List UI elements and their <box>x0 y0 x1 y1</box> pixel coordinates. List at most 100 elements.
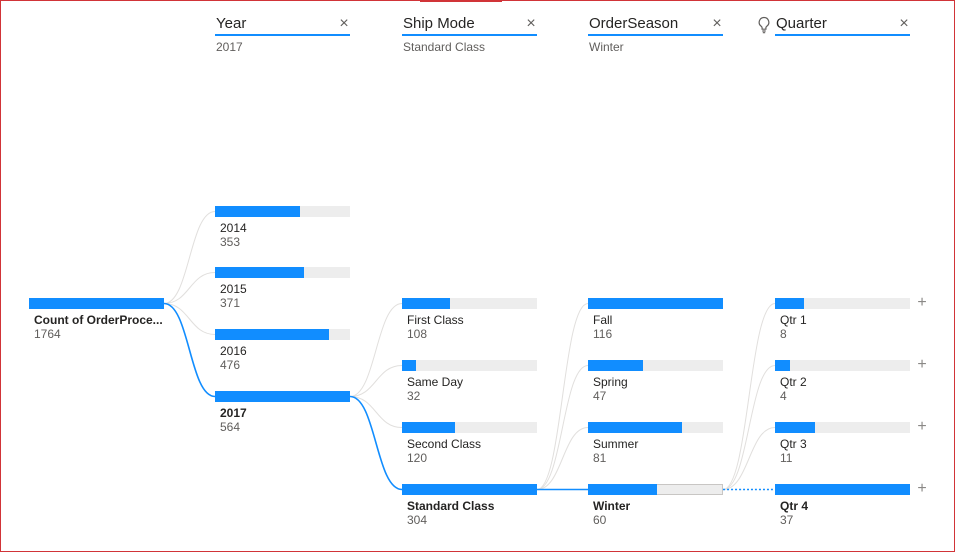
level-header-title[interactable]: OrderSeason × <box>588 14 723 36</box>
connector-line <box>163 272 216 304</box>
node-label: Second Class <box>407 437 482 451</box>
connector-line <box>536 365 589 490</box>
remove-level-icon[interactable]: × <box>338 14 350 34</box>
value-bar <box>775 484 910 495</box>
tree-node[interactable]: Qtr 3 11 <box>775 422 910 465</box>
value-bar <box>775 298 910 309</box>
level-header-label: Quarter <box>776 15 827 32</box>
remove-level-icon[interactable]: × <box>711 14 723 34</box>
remove-level-icon[interactable]: × <box>898 14 910 34</box>
remove-level-icon[interactable]: × <box>525 14 537 34</box>
level-header-label: OrderSeason <box>589 15 679 32</box>
tree-node[interactable]: Fall 116 <box>588 298 723 341</box>
node-value: 353 <box>220 235 241 249</box>
node-label: 2016 <box>220 344 247 358</box>
tree-node[interactable]: Qtr 18 <box>775 298 910 341</box>
value-bar-fill <box>29 298 164 309</box>
tree-node[interactable]: Second Class 120 <box>402 422 537 465</box>
value-bar-fill <box>775 360 790 371</box>
node-label: Standard Class <box>407 499 495 513</box>
level-header-filter: Winter <box>589 40 624 54</box>
connector-line <box>349 365 403 397</box>
node-value: 108 <box>407 327 428 341</box>
tree-node[interactable]: Summer 81 <box>588 422 723 465</box>
tree-node[interactable]: 2015 371 <box>215 267 350 310</box>
connector-line <box>722 427 776 490</box>
connector-line-selected <box>349 395 403 491</box>
node-label: Fall <box>593 313 613 327</box>
value-bar <box>775 360 910 371</box>
level-header-2: OrderSeason × Winter <box>588 14 723 54</box>
node-label: 2014 <box>220 221 247 235</box>
expand-node-icon[interactable]: + <box>915 419 929 435</box>
level-header-label: Year <box>216 15 247 32</box>
value-bar-fill <box>402 422 456 433</box>
value-bar-fill <box>402 484 537 495</box>
value-bar <box>29 298 164 309</box>
expand-node-icon[interactable]: + <box>915 295 929 311</box>
value-bar <box>215 206 350 217</box>
value-bar-fill <box>215 391 350 402</box>
node-value: 564 <box>220 420 241 434</box>
level-header-filter: 2017 <box>216 40 243 54</box>
tree-node[interactable]: Same Day 32 <box>402 360 537 403</box>
node-label: 2017 <box>220 406 247 420</box>
value-bar-fill <box>215 329 329 340</box>
node-value: 371 <box>220 296 241 310</box>
node-label: Spring <box>593 375 628 389</box>
root-node[interactable]: Count of OrderProce... 1764 <box>29 298 164 341</box>
value-bar <box>215 329 350 340</box>
node-value: 476 <box>220 358 241 372</box>
ai-split-lightbulb-icon <box>758 16 770 34</box>
node-value: 81 <box>593 451 607 465</box>
node-value: 11 <box>780 451 793 465</box>
level-header-title[interactable]: Quarter × <box>775 14 910 36</box>
value-bar <box>215 267 350 278</box>
tree-node[interactable]: 2016 476 <box>215 329 350 372</box>
node-value: 120 <box>407 451 428 465</box>
connector-line <box>722 365 776 490</box>
node-label: First Class <box>407 313 464 327</box>
node-label: 2015 <box>220 282 247 296</box>
tree-node[interactable]: Qtr 4 37 <box>775 484 910 527</box>
connector-line <box>163 211 216 304</box>
node-label: Qtr 4 <box>780 499 809 513</box>
value-bar <box>588 298 723 309</box>
value-bar-fill <box>215 206 300 217</box>
value-bar-fill <box>588 298 723 309</box>
level-header-title[interactable]: Year × <box>215 14 350 36</box>
value-bar <box>402 360 537 371</box>
node-value: 116 <box>593 327 613 341</box>
value-bar-fill <box>402 360 417 371</box>
expand-node-icon[interactable]: + <box>915 357 929 373</box>
level-header-filter: Standard Class <box>403 40 486 54</box>
tree-node[interactable]: 2014 353 <box>215 206 350 249</box>
value-bar <box>588 484 723 495</box>
node-value: 4 <box>780 389 787 403</box>
tree-node[interactable]: Winter 60 <box>588 484 723 527</box>
value-bar-fill <box>775 422 816 433</box>
tree-node[interactable]: First Class 108 <box>402 298 537 341</box>
node-value: 32 <box>407 389 421 403</box>
value-bar <box>775 422 910 433</box>
level-header-label: Ship Mode <box>403 15 475 32</box>
connector-layer <box>163 211 776 491</box>
node-value: 47 <box>593 389 607 403</box>
level-header-title[interactable]: Ship Mode × <box>402 14 537 36</box>
tree-node[interactable]: Qtr 24 <box>775 360 910 403</box>
value-bar-fill <box>402 298 450 309</box>
node-value: 1764 <box>34 327 61 341</box>
tree-node[interactable]: Spring 47 <box>588 360 723 403</box>
expand-node-icon[interactable]: + <box>915 481 929 497</box>
tree-node[interactable]: 2017 564 <box>215 391 350 434</box>
value-bar <box>588 360 723 371</box>
value-bar-fill <box>215 267 304 278</box>
value-bar-fill <box>588 360 643 371</box>
connector-line <box>163 303 216 335</box>
node-value: 8 <box>780 327 787 341</box>
node-value: 304 <box>407 513 428 527</box>
tree-node[interactable]: Standard Class 304 <box>402 484 537 527</box>
node-value: 60 <box>593 513 607 527</box>
value-bar <box>215 391 350 402</box>
node-label: Qtr 3 <box>780 437 807 451</box>
